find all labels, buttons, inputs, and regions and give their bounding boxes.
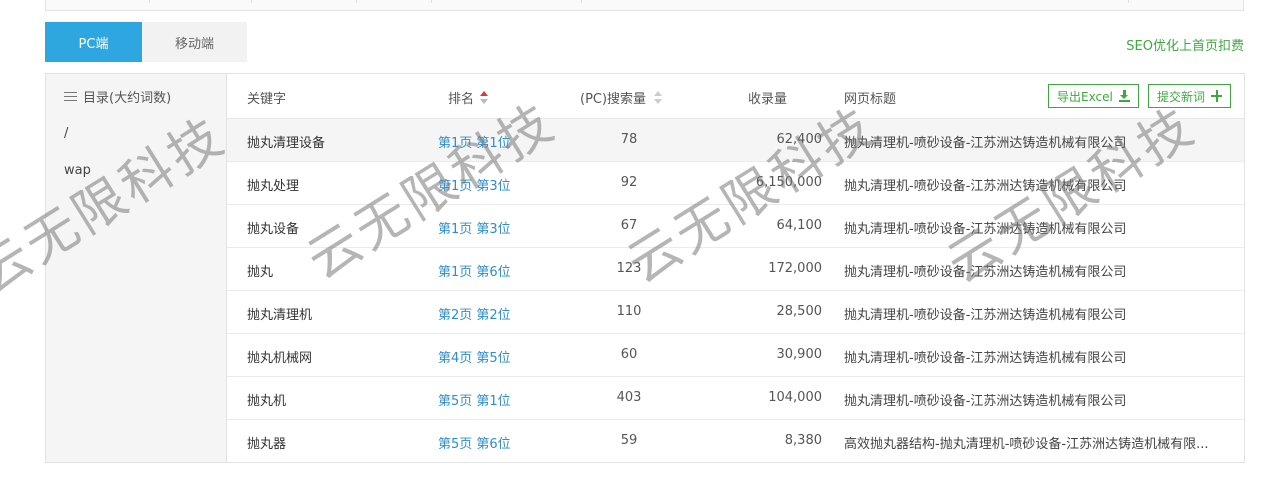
rank-link[interactable]: 第2页 第2位 xyxy=(438,304,511,323)
top-filter-bar xyxy=(45,0,1244,11)
page-title-cell: 抛丸清理机-喷砂设备-江苏洲达铸造机械有限公司 xyxy=(844,179,1127,194)
device-tabs: PC端 移动端 xyxy=(45,22,247,62)
keyword-cell: 抛丸清理设备 xyxy=(247,136,326,151)
sidebar-item-wap[interactable]: wap xyxy=(64,163,91,178)
export-excel-button[interactable]: 导出Excel xyxy=(1048,84,1139,108)
sort-icon[interactable] xyxy=(654,90,663,105)
keyword-ranking-panel: 目录(大约词数) / wap 关键字 排名 (PC)搜索量 收录量 网页标题 导… xyxy=(45,73,1245,463)
sidebar-header: 目录(大约词数) xyxy=(64,87,171,106)
list-icon xyxy=(64,91,77,102)
table-row[interactable]: 抛丸处理 第1页 第3位 92 6,150,000 抛丸清理机-喷砂设备-江苏洲… xyxy=(227,162,1244,205)
submit-new-keyword-label: 提交新词 xyxy=(1157,89,1206,104)
page-title-cell: 高效抛丸器结构-抛丸清理机-喷砂设备-江苏洲达铸造机械有限... xyxy=(844,437,1209,452)
keyword-cell: 抛丸处理 xyxy=(247,179,300,194)
col-indexed: 收录量 xyxy=(748,92,788,107)
rank-link[interactable]: 第1页 第6位 xyxy=(438,261,511,280)
sort-asc-icon[interactable] xyxy=(480,90,489,105)
col-page-title: 网页标题 xyxy=(844,92,897,107)
indexed-cell: 104,000 xyxy=(768,390,822,405)
indexed-cell: 8,380 xyxy=(784,433,822,448)
indexed-cell: 30,900 xyxy=(776,347,823,362)
filter-divider xyxy=(356,0,357,3)
page-title-cell: 抛丸清理机-喷砂设备-江苏洲达铸造机械有限公司 xyxy=(844,308,1127,323)
table-row[interactable]: 抛丸 第1页 第6位 123 172,000 抛丸清理机-喷砂设备-江苏洲达铸造… xyxy=(227,248,1244,291)
table-row[interactable]: 抛丸机械网 第4页 第5位 60 30,900 抛丸清理机-喷砂设备-江苏洲达铸… xyxy=(227,334,1244,377)
col-rank-label: 排名 xyxy=(448,92,475,107)
indexed-cell: 62,400 xyxy=(776,132,823,147)
table-row[interactable]: 抛丸清理机 第2页 第2位 110 28,500 抛丸清理机-喷砂设备-江苏洲达… xyxy=(227,291,1244,334)
pc-search-cell: 67 xyxy=(620,218,638,233)
col-rank[interactable]: 排名 xyxy=(448,88,489,107)
rank-link[interactable]: 第4页 第5位 xyxy=(438,347,511,366)
table-row[interactable]: 抛丸器 第5页 第6位 59 8,380 高效抛丸器结构-抛丸清理机-喷砂设备-… xyxy=(227,420,1244,463)
table-row[interactable]: 抛丸清理设备 第1页 第1位 78 62,400 抛丸清理机-喷砂设备-江苏洲达… xyxy=(227,119,1244,162)
sidebar-title: 目录(大约词数) xyxy=(83,91,172,106)
keyword-cell: 抛丸机 xyxy=(247,394,287,409)
filter-divider xyxy=(1128,0,1129,3)
tab-pc[interactable]: PC端 xyxy=(45,22,142,62)
rank-link[interactable]: 第1页 第3位 xyxy=(438,175,511,194)
pc-search-cell: 92 xyxy=(620,175,638,190)
filter-divider xyxy=(251,0,252,3)
col-pc-search[interactable]: (PC)搜索量 xyxy=(580,88,663,107)
export-excel-label: 导出Excel xyxy=(1057,89,1113,104)
rank-link[interactable]: 第1页 第3位 xyxy=(438,218,511,237)
plus-icon xyxy=(1211,90,1223,102)
keyword-table: 关键字 排名 (PC)搜索量 收录量 网页标题 导出Excel 提交新词 抛丸清… xyxy=(227,74,1244,462)
rank-link[interactable]: 第1页 第1位 xyxy=(438,132,511,151)
rank-link[interactable]: 第5页 第1位 xyxy=(438,390,511,409)
submit-new-keyword-button[interactable]: 提交新词 xyxy=(1148,84,1232,108)
seo-promo-link[interactable]: SEO优化上首页扣费 xyxy=(1126,35,1244,54)
page-title-cell: 抛丸清理机-喷砂设备-江苏洲达铸造机械有限公司 xyxy=(844,351,1127,366)
pc-search-cell: 403 xyxy=(616,390,642,405)
filter-divider xyxy=(149,0,150,3)
pc-search-cell: 123 xyxy=(616,261,642,276)
keyword-cell: 抛丸 xyxy=(247,265,274,280)
col-keyword: 关键字 xyxy=(247,92,287,107)
tab-mobile[interactable]: 移动端 xyxy=(142,22,247,62)
directory-sidebar: 目录(大约词数) / wap xyxy=(46,74,227,462)
pc-search-cell: 78 xyxy=(620,132,638,147)
rank-link[interactable]: 第5页 第6位 xyxy=(438,433,511,452)
page-title-cell: 抛丸清理机-喷砂设备-江苏洲达铸造机械有限公司 xyxy=(844,222,1127,237)
filter-divider xyxy=(431,0,432,3)
indexed-cell: 6,150,000 xyxy=(755,175,822,190)
pc-search-cell: 60 xyxy=(620,347,638,362)
keyword-cell: 抛丸机械网 xyxy=(247,351,313,366)
col-pc-search-label: (PC)搜索量 xyxy=(580,92,647,107)
page-title-cell: 抛丸清理机-喷砂设备-江苏洲达铸造机械有限公司 xyxy=(844,265,1127,280)
keyword-cell: 抛丸设备 xyxy=(247,222,300,237)
table-row[interactable]: 抛丸机 第5页 第1位 403 104,000 抛丸清理机-喷砂设备-江苏洲达铸… xyxy=(227,377,1244,420)
pc-search-cell: 59 xyxy=(620,433,638,448)
download-icon xyxy=(1118,90,1130,102)
indexed-cell: 172,000 xyxy=(768,261,822,276)
table-row[interactable]: 抛丸设备 第1页 第3位 67 64,100 抛丸清理机-喷砂设备-江苏洲达铸造… xyxy=(227,205,1244,248)
filter-divider xyxy=(581,0,582,3)
keyword-cell: 抛丸器 xyxy=(247,437,287,452)
pc-search-cell: 110 xyxy=(616,304,642,319)
keyword-cell: 抛丸清理机 xyxy=(247,308,313,323)
page-title-cell: 抛丸清理机-喷砂设备-江苏洲达铸造机械有限公司 xyxy=(844,136,1127,151)
indexed-cell: 28,500 xyxy=(776,304,823,319)
page-title-cell: 抛丸清理机-喷砂设备-江苏洲达铸造机械有限公司 xyxy=(844,394,1127,409)
indexed-cell: 64,100 xyxy=(776,218,823,233)
table-header: 关键字 排名 (PC)搜索量 收录量 网页标题 导出Excel 提交新词 xyxy=(227,74,1244,119)
sidebar-item-root[interactable]: / xyxy=(64,126,68,141)
